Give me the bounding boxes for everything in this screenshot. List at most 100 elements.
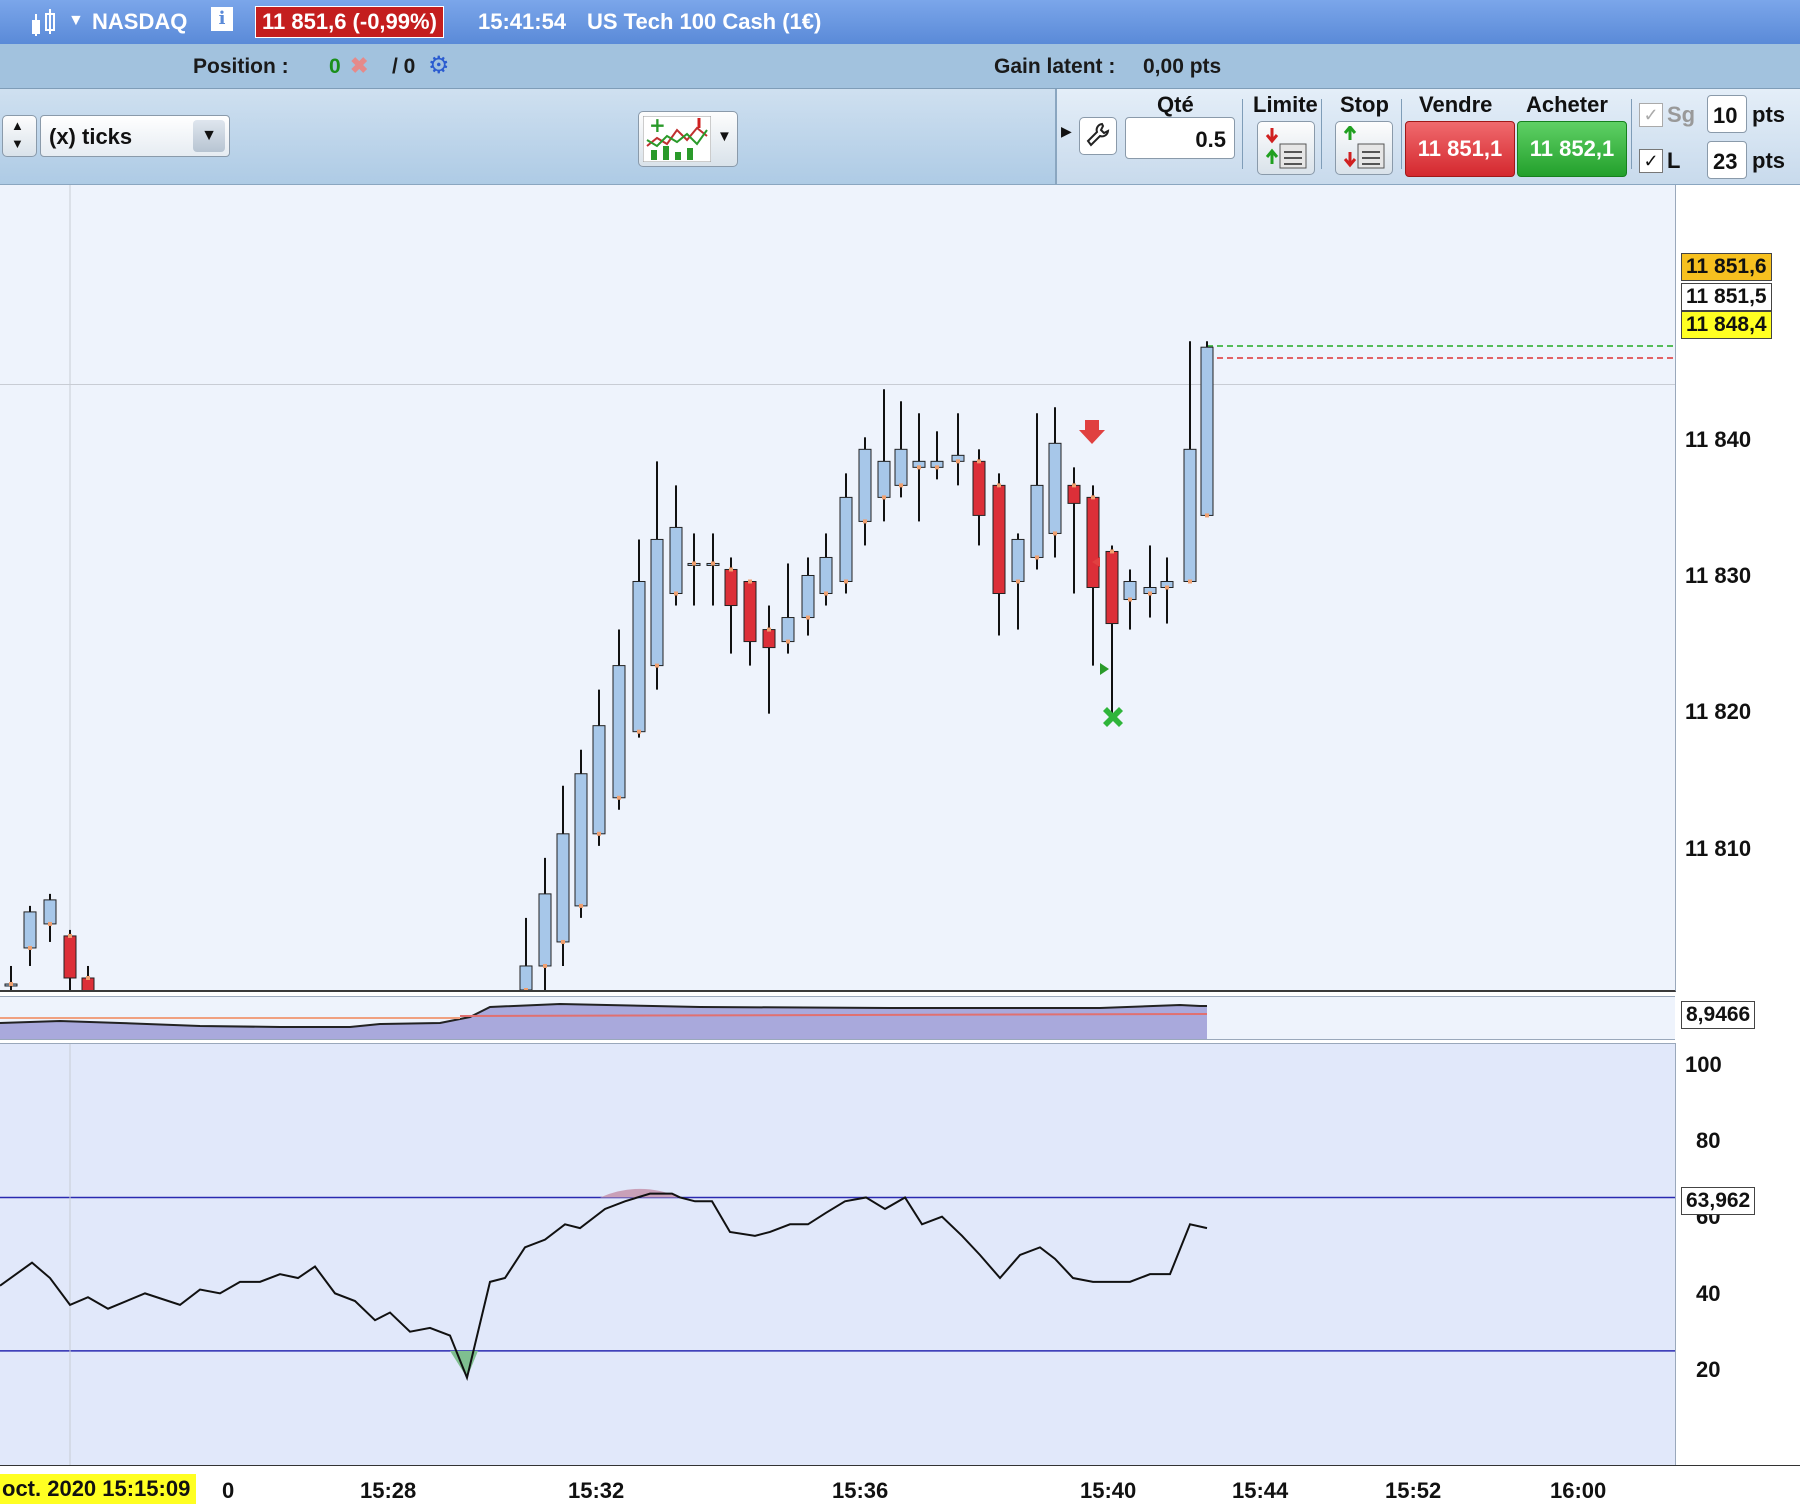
open-marker [543,963,547,968]
stop-label: Stop [1340,92,1389,117]
crosshair-price-label: 11 848,4 [1681,311,1772,339]
candle-body [632,580,646,733]
stop-order-icon [1342,124,1386,175]
close-position-icon[interactable]: ✖ [350,53,368,79]
l-input[interactable]: 23 [1707,141,1747,179]
divider [1242,99,1243,169]
candle-body [556,833,570,943]
open-marker [597,831,601,836]
sell-button[interactable]: 11 851,1 [1405,121,1515,177]
open-marker [899,483,903,488]
candle-body [612,665,626,799]
l-checkbox[interactable]: ✓ [1639,149,1663,173]
divider [1401,99,1402,169]
l-unit: pts [1752,148,1785,173]
interval-value: (x) ticks [49,124,133,149]
candle-body [819,556,833,595]
open-marker [561,939,565,944]
price-tick: 11 830 [1685,563,1752,588]
time-tick: 15:28 [360,1478,417,1503]
candle-body [1030,484,1044,558]
stop-order-button[interactable] [1335,121,1393,175]
interval-stepper[interactable]: ▲ ▼ [2,115,37,157]
open-marker [86,975,90,980]
rsi-line [0,1192,1208,1382]
rsi-value-label: 63,962 [1681,1187,1756,1215]
instrument-name[interactable]: NASDAQ [92,9,187,35]
candle-body [669,526,683,595]
candle-body [650,538,664,667]
sg-input[interactable]: 10 [1707,95,1747,133]
open-marker [882,495,886,500]
open-marker [935,465,939,470]
candle-body [972,460,986,516]
gears-icon[interactable]: ⚙ [428,51,450,80]
open-marker [1188,579,1192,584]
rsi-canvas[interactable] [0,1044,1675,1466]
open-marker [9,981,13,986]
candle-body [574,773,588,907]
candle-body [762,629,776,649]
instrument-description: US Tech 100 Cash (1€) [587,9,822,34]
chevron-up-icon[interactable]: ▲ [11,118,24,133]
candle-body [519,965,533,990]
open-marker [786,639,790,644]
rsi-panel[interactable] [0,1043,1676,1466]
price-chart[interactable] [0,185,1676,992]
indicators-button[interactable]: + ▼ [638,111,738,167]
time-tick: 0 [222,1478,235,1503]
open-marker [863,519,867,524]
price-chart-canvas[interactable] [0,185,1675,990]
info-icon[interactable]: i [211,7,233,31]
open-marker [711,561,715,566]
qty-input[interactable]: 0.5 [1125,117,1235,159]
qty-value: 0.5 [1195,127,1226,152]
time-tick: 15:32 [568,1478,625,1503]
position-label: Position : [193,55,289,78]
open-marker [674,591,678,596]
candle-body [1123,580,1137,601]
open-marker [524,988,528,990]
chevron-down-icon[interactable]: ▼ [717,128,732,145]
bid-price-label: 11 851,5 [1681,283,1772,311]
chevron-down-icon[interactable]: ▼ [68,12,84,30]
limit-order-icon [1264,126,1308,175]
ask-price-label: 11 851,6 [1681,253,1772,281]
volatility-area [0,1004,1207,1039]
settings-wrench-button[interactable] [1079,117,1117,155]
price-tick: 11 810 [1685,836,1752,861]
sg-checkbox[interactable]: ✓ [1639,103,1663,127]
dropdown-button[interactable]: ▼ [193,120,225,152]
candle-body [1048,442,1062,534]
time-tick: 15:44 [1232,1478,1289,1503]
buy-button[interactable]: 11 852,1 [1517,121,1627,177]
candle-body [23,911,37,949]
open-marker [956,459,960,464]
open-marker [806,615,810,620]
open-marker [692,561,696,566]
time-tick: 15:40 [1080,1478,1137,1503]
open-marker [1148,591,1152,596]
chevron-down-icon[interactable]: ▼ [11,136,24,151]
collapse-arrow-icon[interactable]: ▶ [1061,123,1072,140]
volatility-value-label: 8,9466 [1681,1001,1756,1029]
open-marker [1110,549,1114,554]
volatility-canvas [0,1002,1208,1039]
candle-body [894,448,908,486]
candle-body [1183,448,1197,582]
open-marker [977,459,981,464]
candle-body [1086,496,1100,588]
rsi-oversold-fill [450,1350,478,1378]
open-marker [767,627,771,632]
limit-label: Limite [1253,92,1318,117]
open-marker [1205,513,1209,518]
candle-body [877,460,891,498]
open-marker [655,663,659,668]
candlestick-chart-icon[interactable] [28,8,64,43]
price-tick: 11 840 [1685,427,1752,452]
limit-order-button[interactable] [1257,121,1315,175]
volatility-panel [0,996,1675,1040]
time-axis: 0 15:28 15:32 15:36 15:40 15:44 15:52 16… [0,1465,1800,1512]
interval-select[interactable]: (x) ticks ▼ [40,115,230,157]
divider [1321,99,1322,169]
